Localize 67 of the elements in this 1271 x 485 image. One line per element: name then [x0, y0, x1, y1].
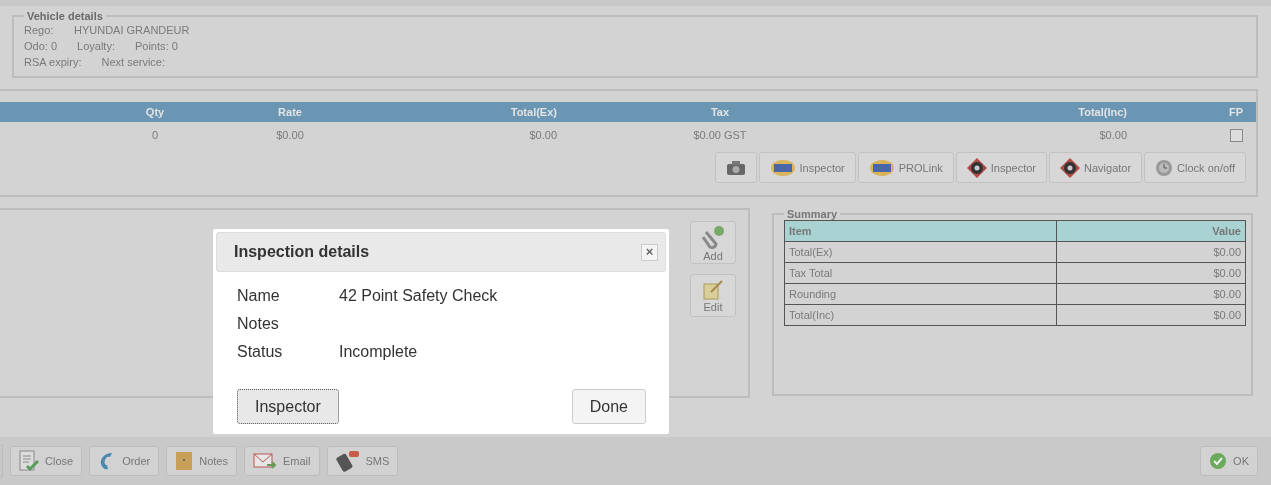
table-cell: $0.00: [1056, 283, 1246, 305]
gpc-logo-icon: [769, 158, 796, 177]
document-check-icon: [19, 450, 39, 472]
paperclip-add-icon: [700, 223, 726, 250]
table-cell: Rounding: [784, 283, 1057, 305]
crosshair-icon: [1060, 157, 1081, 178]
table-cell: $0.00: [1056, 262, 1246, 284]
notes-button[interactable]: Notes: [166, 446, 237, 476]
table-cell: $0.00: [529, 129, 557, 141]
close-button[interactable]: ×: [641, 243, 658, 261]
column-header: Item: [784, 220, 1057, 242]
ok-button[interactable]: OK: [1200, 446, 1258, 476]
panel-title: Vehicle details: [26, 10, 104, 22]
gpc-logo-icon: [868, 158, 895, 177]
email-button[interactable]: Email: [244, 446, 320, 476]
table-cell: $0.00 GST: [693, 129, 747, 141]
toolbar-button[interactable]: Inspector: [955, 152, 1048, 183]
field-label: Name: [237, 286, 281, 306]
mobile-phone-icon: [335, 450, 360, 472]
camera-button[interactable]: [714, 152, 757, 183]
odo-line: Odo: 0: [24, 39, 58, 54]
table-cell: $0.00: [276, 129, 304, 141]
rego-line: HYUNDAI GRANDEUR: [74, 23, 190, 38]
odo-line: Points: 0: [134, 39, 178, 54]
rego-line: Rego:: [24, 23, 54, 38]
column-header: Total(Inc): [1078, 106, 1127, 118]
toolbar-button[interactable]: PROLink: [857, 152, 954, 183]
check-circle-icon: [1209, 452, 1228, 470]
field-value: 42 Point Safety Check: [339, 286, 499, 306]
close-button[interactable]: Close: [10, 446, 83, 476]
toolbar-button[interactable]: Clock on/off: [1144, 152, 1246, 183]
table-cell: Total(Inc): [784, 304, 1057, 326]
envelope-icon: [253, 452, 277, 470]
crosshair-icon: [966, 157, 987, 178]
sms-button[interactable]: SMS: [326, 446, 399, 476]
order-button[interactable]: Order: [89, 446, 160, 476]
service-line: Next service:: [101, 55, 166, 70]
table-cell: 0: [151, 129, 159, 141]
dialog-title: Inspection details: [234, 243, 370, 261]
edit-button[interactable]: Edit: [690, 274, 736, 317]
table-cell: $0.00: [1056, 241, 1246, 263]
edit-table-icon: [702, 278, 724, 301]
field-value: Incomplete: [339, 342, 419, 362]
fp-checkbox[interactable]: [1230, 128, 1243, 142]
note-pad-icon: [175, 451, 194, 471]
field-label: Status: [237, 342, 284, 362]
table-cell: $0.00: [1099, 129, 1127, 141]
camera-icon: [725, 159, 746, 176]
column-header: Value: [1056, 220, 1246, 242]
add-button[interactable]: Add: [690, 221, 736, 264]
table-cell: Tax Total: [784, 262, 1057, 284]
odo-line: Loyalty:: [77, 39, 115, 54]
panel-title: Summary: [786, 208, 839, 220]
column-header: FP: [1228, 106, 1243, 118]
toolbar-button[interactable]: Navigator: [1049, 152, 1143, 183]
done-button[interactable]: Done: [571, 389, 646, 424]
service-line: RSA expiry:: [24, 55, 82, 70]
column-header: Qty: [145, 106, 165, 118]
table-cell: Total(Ex): [784, 241, 1057, 263]
toolbar-button[interactable]: Inspector: [758, 152, 856, 183]
inspector-button[interactable]: Inspector: [237, 389, 339, 424]
column-header: Rate: [278, 106, 302, 118]
column-header: Total(Ex): [510, 106, 557, 118]
field-label: Notes: [237, 314, 280, 334]
column-header: Tax: [710, 106, 730, 118]
clock-icon: [1155, 158, 1174, 177]
table-cell: $0.00: [1056, 304, 1246, 326]
